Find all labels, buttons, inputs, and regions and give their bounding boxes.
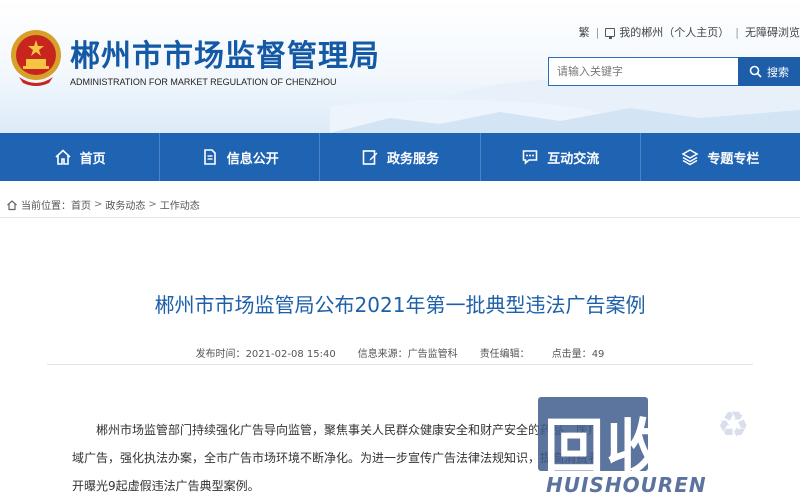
click-count: 点击量：49 [552, 345, 605, 360]
edit-icon [362, 150, 378, 165]
national-emblem-icon [11, 30, 61, 86]
nav-item-interaction[interactable]: 互动交流 [481, 133, 641, 181]
search-button[interactable]: 搜索 [738, 57, 800, 86]
publish-time-value: 2021-02-08 15:40 [245, 349, 336, 360]
separator: | [595, 25, 600, 39]
publish-time: 发布时间：2021-02-08 15:40 [196, 345, 336, 360]
click-count-value: 49 [591, 349, 605, 360]
watermark-text: HUISHOUREN [546, 473, 707, 497]
home-icon [7, 199, 17, 210]
breadcrumb-separator: > [94, 199, 103, 210]
article-meta: 发布时间：2021-02-08 15:40 信息来源：广告监管科 责任编辑： 点… [0, 345, 800, 360]
breadcrumb-work-news[interactable]: 工作动态 [160, 197, 200, 212]
separator: | [735, 25, 739, 39]
info-source-value: 广告监管科 [407, 349, 458, 360]
publish-time-label: 发布时间： [195, 349, 246, 360]
nav-item-label: 专题专栏 [707, 151, 760, 167]
nav-item-home[interactable]: 首页 [0, 133, 161, 181]
nav-item-special-topics[interactable]: 专题专栏 [641, 133, 800, 181]
info-source-label: 信息来源： [357, 349, 408, 360]
home-icon [55, 149, 71, 165]
layers-icon [681, 149, 699, 166]
chat-icon [522, 150, 538, 165]
main-nav: 首页 信息公开 政务服务 互动交流 专题专栏 [0, 133, 800, 181]
nav-item-label: 信息公开 [226, 151, 279, 167]
breadcrumb-separator: > [148, 199, 157, 210]
my-chenzhou-link[interactable]: 我的郴州（个人主页） [619, 24, 729, 40]
meta-divider [47, 364, 753, 365]
top-links: 繁 | 我的郴州（个人主页） | 无障碍浏览 [579, 24, 800, 40]
breadcrumb-home[interactable]: 首页 [71, 197, 91, 212]
breadcrumb-news[interactable]: 政务动态 [105, 197, 145, 212]
watermark: 回收 ♻ HUISHOUREN [532, 395, 800, 500]
monitor-icon [605, 27, 616, 39]
editor-label: 责任编辑： [479, 349, 530, 360]
accessibility-link[interactable]: 无障碍浏览 [745, 24, 800, 40]
site-header: 郴州市市场监督管理局 ADMINISTRATION FOR MARKET REG… [0, 0, 800, 133]
click-count-label: 点击量： [551, 349, 592, 360]
nav-item-info-disclosure[interactable]: 信息公开 [160, 133, 321, 181]
search-icon [749, 65, 762, 78]
nav-item-government-services[interactable]: 政务服务 [320, 133, 481, 181]
nav-item-label: 政务服务 [387, 151, 440, 167]
search-input[interactable] [548, 57, 738, 86]
nav-item-label: 互动交流 [547, 151, 600, 167]
search-bar: 搜索 [548, 57, 800, 86]
nav-item-label: 首页 [79, 151, 106, 167]
site-subtitle: ADMINISTRATION FOR MARKET REGULATION OF … [70, 77, 337, 87]
info-source: 信息来源：广告监管科 [358, 345, 458, 360]
traditional-chinese-link[interactable]: 繁 [579, 24, 590, 40]
recycle-icon: ♻ [717, 405, 750, 446]
document-icon [203, 149, 216, 165]
editor: 责任编辑： [480, 345, 530, 360]
search-button-label: 搜索 [767, 65, 789, 79]
breadcrumb-prefix: 当前位置： [21, 201, 71, 212]
breadcrumb: 当前位置： 首页 > 政务动态 > 工作动态 [0, 192, 800, 218]
article-title: 郴州市市场监管局公布2021年第一批典型违法广告案例 [154, 293, 646, 317]
site-title: 郴州市市场监督管理局 [70, 39, 380, 74]
